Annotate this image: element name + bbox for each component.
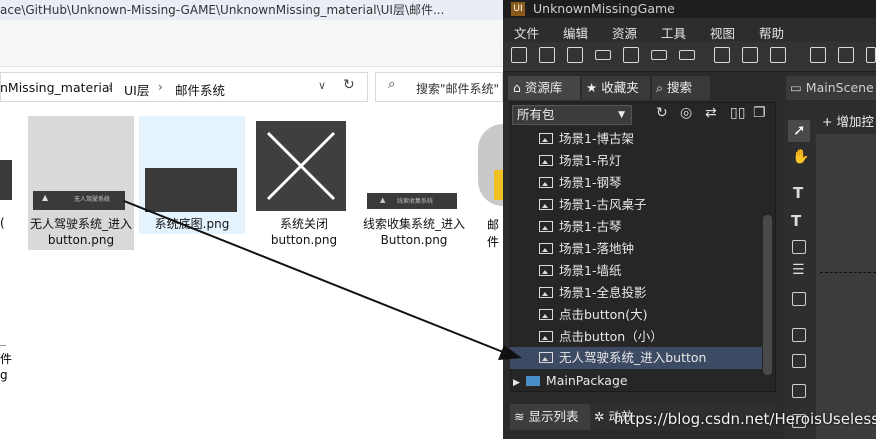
drag-arrow-line	[123, 200, 504, 353]
drag-arrow-head	[498, 345, 522, 360]
watermark: https://blog.csdn.net/HeroisUseless	[614, 410, 876, 428]
drag-arrow	[123, 200, 522, 360]
